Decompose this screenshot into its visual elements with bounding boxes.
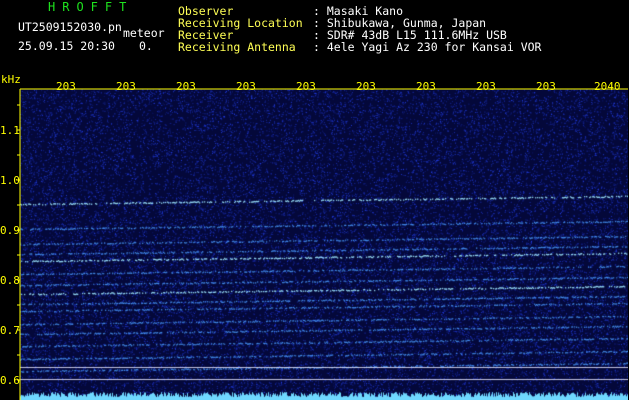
freq-tick-label: 1.1 <box>0 124 20 137</box>
freq-tick-label: 0.6 <box>0 374 20 387</box>
freq-tick-label: 1.0 <box>0 174 20 187</box>
time-tick-label: 203 <box>236 80 256 93</box>
antenna-label: Receiving Antenna <box>178 40 296 54</box>
time-tick-label: 203 <box>56 80 76 93</box>
time-tick-label: 203 <box>416 80 436 93</box>
time-tick-label: 203 <box>536 80 556 93</box>
freq-tick-label: 0.7 <box>0 324 20 337</box>
freq-tick-label: 0.8 <box>0 274 20 287</box>
detection-count: 0. <box>139 39 153 53</box>
time-tick-label: 203 <box>116 80 136 93</box>
header-panel: HROFFT UT2509152030.pn meteor 25.09.15 2… <box>0 0 629 74</box>
time-tick-label: 203 <box>296 80 316 93</box>
file-name: UT2509152030.pn <box>18 20 122 34</box>
timestamp: 25.09.15 20:30 <box>18 39 115 53</box>
time-tick-label: 2040 <box>594 80 621 93</box>
freq-tick-label: 0.9 <box>0 224 20 237</box>
app-logo: HROFFT <box>48 0 134 14</box>
time-tick-label: 203 <box>356 80 376 93</box>
time-tick-label: 203 <box>176 80 196 93</box>
antenna-value: : 4ele Yagi Az 230 for Kansai VOR <box>313 40 542 54</box>
freq-unit-label: kHz <box>1 74 21 86</box>
spectrogram-axes: kHz 203 203 203 203 203 203 203 203 203 … <box>0 74 628 400</box>
time-tick-label: 203 <box>476 80 496 93</box>
